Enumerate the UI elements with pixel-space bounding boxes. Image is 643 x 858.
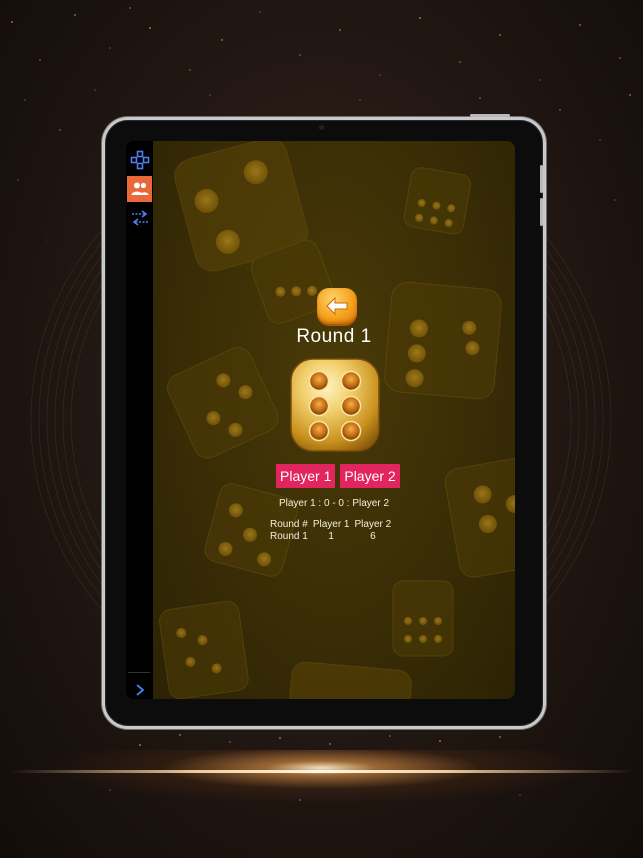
- results-cell-player-1: 1: [328, 531, 334, 542]
- player-buttons: Player 1 Player 2: [276, 464, 400, 488]
- results-table: Round # Player 1 Player 2 Round 1 1 6: [270, 519, 396, 543]
- tablet-volume-down-button: [540, 198, 543, 226]
- sidebar-item-swap[interactable]: [127, 205, 152, 231]
- chevron-right-icon: [135, 684, 144, 696]
- back-button[interactable]: [317, 288, 357, 324]
- player-1-button[interactable]: Player 1: [276, 464, 336, 488]
- sidebar: [126, 141, 153, 699]
- gamepad-icon: [130, 150, 149, 170]
- sidebar-item-games[interactable]: [127, 147, 152, 173]
- tablet-top-button: [470, 114, 510, 117]
- swap-arrows-icon: [131, 210, 148, 226]
- arrow-left-icon: [326, 297, 348, 315]
- app-screen: Round 1 Player 1 Player 2 Player 1: 0 -…: [126, 141, 515, 699]
- results-header-player-1: Player 1: [312, 519, 350, 530]
- sidebar-expand-button[interactable]: [127, 677, 152, 699]
- players-icon: [131, 182, 148, 195]
- horizon-line: [10, 770, 633, 773]
- results-cell-player-2: 6: [370, 531, 376, 542]
- results-header-round: Round #: [270, 519, 308, 530]
- results-header-player-2: Player 2: [354, 519, 392, 530]
- sidebar-item-players[interactable]: [127, 176, 152, 202]
- table-row: Round 1 1 6: [270, 531, 396, 543]
- results-cell-round: Round 1: [270, 531, 308, 542]
- dice-six-icon[interactable]: [289, 357, 381, 453]
- sidebar-divider: [128, 672, 150, 673]
- horizon-glow: [0, 750, 643, 810]
- game-area: Round 1 Player 1 Player 2 Player 1: 0 -…: [153, 141, 515, 699]
- score-line: Player 1 : 0 - 0 : Player 2: [278, 498, 390, 509]
- round-title: Round 1: [296, 326, 372, 347]
- tablet-volume-up-button: [540, 165, 543, 193]
- player-2-button[interactable]: Player 2: [340, 464, 400, 488]
- front-camera: [319, 125, 324, 130]
